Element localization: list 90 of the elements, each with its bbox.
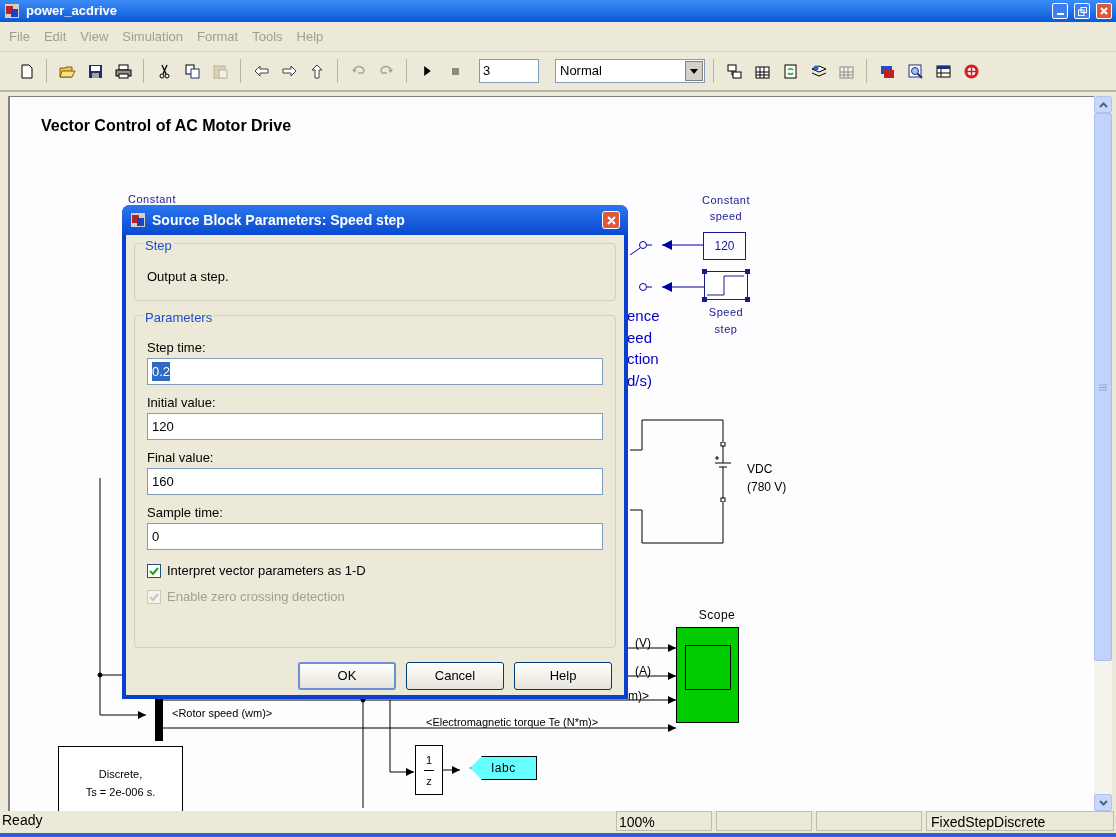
goto-tag[interactable]: Iabc (470, 756, 537, 780)
scroll-thumb[interactable] (1094, 113, 1112, 661)
check-icon (149, 592, 159, 602)
printer-icon (114, 62, 132, 80)
dialog-button[interactable]: Help (514, 662, 612, 690)
dialog-button[interactable]: Cancel (406, 662, 504, 690)
checkbox[interactable] (147, 564, 161, 578)
dropdown-arrow-icon (690, 68, 698, 74)
field-value: 0 (152, 527, 160, 546)
close-button[interactable] (1096, 3, 1112, 19)
field-label: Step time: (147, 339, 207, 357)
denominator: z (426, 773, 432, 788)
input-field[interactable]: 0 (147, 523, 603, 550)
block-label: Scope (697, 607, 737, 624)
mode-dropdown[interactable]: Normal (555, 59, 705, 83)
block-label: Constant speed (701, 193, 751, 224)
input-field[interactable]: 160 (147, 468, 603, 495)
block-label: d/s) (627, 371, 652, 391)
magnifier-icon (906, 62, 924, 80)
dialog-button[interactable]: OK (298, 662, 396, 690)
table-icon (934, 62, 952, 80)
field-label: Final value: (147, 449, 215, 467)
wire (661, 282, 705, 292)
block-text: Ts = 2e-006 s. (85, 785, 156, 800)
stop-time-field[interactable]: 3 (479, 59, 539, 83)
signal-label: (A) (635, 663, 651, 680)
check-icon (149, 566, 159, 576)
switch-contact (629, 241, 653, 256)
field-value: 0.2 (152, 361, 171, 382)
constant-block[interactable]: 120 (703, 232, 746, 260)
target-icon (962, 62, 980, 80)
numerator: 1 (425, 752, 433, 767)
stop-icon (451, 67, 459, 75)
refresh-icon (781, 62, 799, 80)
field-value: 160 (152, 472, 174, 491)
minimize-button[interactable] (1052, 3, 1068, 19)
step-block[interactable] (702, 269, 750, 302)
scroll-up-button[interactable] (1094, 96, 1112, 113)
scope-screen (685, 645, 731, 690)
block-label: eed (627, 328, 653, 348)
powergui-block[interactable]: Discrete, Ts = 2e-006 s. (58, 746, 183, 811)
scrollbar[interactable] (1094, 96, 1112, 811)
field-label: Initial value: (147, 394, 217, 412)
input-field[interactable]: 120 (147, 413, 603, 440)
block-text: Discrete, (98, 767, 143, 782)
field-label: Sample time: (147, 504, 224, 522)
copy-icon (183, 62, 201, 80)
wire (661, 240, 704, 250)
clipboard-icon (211, 62, 229, 80)
junction-dot (360, 697, 366, 703)
bus-selector[interactable] (155, 698, 163, 741)
close-icon (1100, 7, 1108, 15)
scope-block[interactable] (676, 627, 739, 723)
library-icon (725, 62, 743, 80)
wire (442, 766, 461, 774)
switch-contact (639, 283, 653, 291)
zoom-level: 100% (616, 810, 712, 831)
block-label: ence (627, 306, 660, 326)
input-field[interactable]: 0.2 (147, 358, 603, 385)
description-text: Output a step. (147, 269, 229, 284)
maximize-button[interactable] (1074, 3, 1090, 19)
minimize-icon (1056, 13, 1064, 15)
grip-icon (1099, 383, 1107, 391)
block-label: ction (627, 349, 659, 369)
block-label: VDC (747, 461, 773, 478)
block-label: (780 V) (747, 479, 787, 496)
signal-label: (V) (635, 635, 651, 652)
play-icon (423, 66, 431, 76)
unit-delay-block[interactable]: 1 z (415, 745, 443, 795)
checkbox-label: Interpret vector parameters as 1-D (167, 562, 366, 581)
window-title: power_acdrive (26, 2, 118, 21)
junction-dot (97, 672, 103, 678)
scroll-down-button[interactable] (1094, 794, 1112, 811)
block-label: Constant (128, 192, 177, 207)
status-text: Ready (2, 811, 44, 830)
dropdown-value: Normal (559, 62, 603, 81)
signal-label: <Rotor speed (wm)> (172, 706, 273, 721)
dialog-title: Source Block Parameters: Speed step (152, 210, 405, 230)
solver-name: FixedStepDiscrete (926, 810, 1114, 831)
signal-label: m)> (628, 688, 649, 705)
app-icon (4, 3, 20, 19)
field-value: 120 (152, 417, 174, 436)
diagram-title: Vector Control of AC Motor Drive (41, 116, 292, 136)
signal-label: <Electromagnetic torque Te (N*m)> (426, 715, 599, 730)
block-label: Speed step (707, 305, 745, 337)
checkbox-label: Enable zero crossing detection (167, 588, 345, 607)
restore-icon (1077, 6, 1087, 16)
app-icon (130, 212, 146, 228)
close-icon (606, 215, 616, 225)
close-button[interactable] (602, 211, 620, 229)
